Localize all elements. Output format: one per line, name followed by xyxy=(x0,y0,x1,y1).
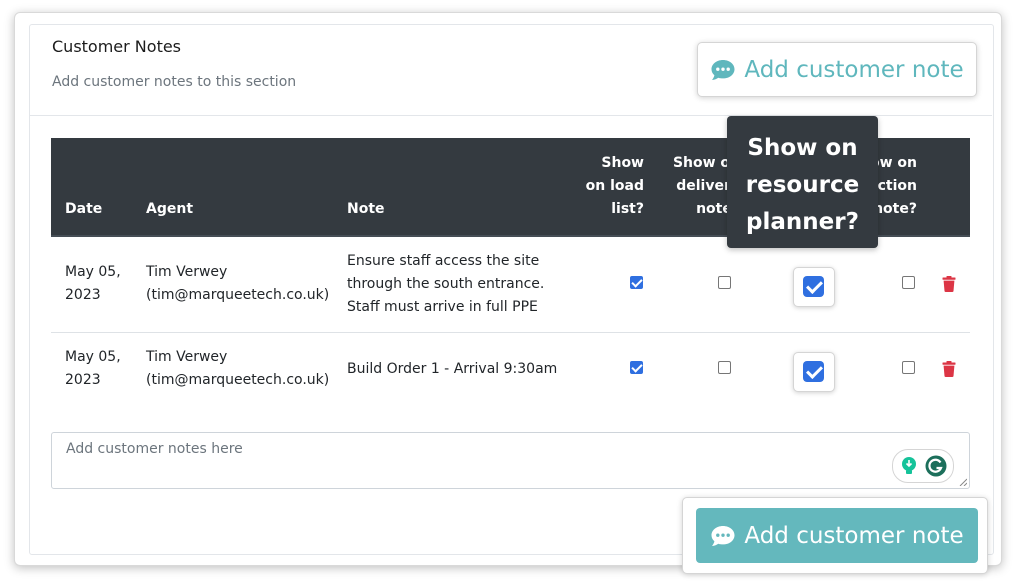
show-on-load-list-checkbox[interactable] xyxy=(630,276,643,289)
show-on-resource-planner-checkbox[interactable] xyxy=(803,361,824,382)
resource-planner-tooltip: Show on resource planner? xyxy=(727,116,878,248)
row-agent: Tim Verwey (tim@marqueetech.co.uk) xyxy=(146,349,330,388)
show-on-resource-planner-checkbox-focus xyxy=(793,352,835,392)
add-customer-note-button-bottom[interactable]: Add customer note xyxy=(696,508,978,563)
textarea-placeholder: Add customer notes here xyxy=(66,441,243,457)
header-note: Note xyxy=(347,201,385,217)
header-show-on-load-list: Show on load list? xyxy=(585,155,644,217)
header-agent: Agent xyxy=(146,201,194,217)
section-title: Customer Notes xyxy=(52,37,182,56)
show-on-resource-planner-checkbox[interactable] xyxy=(803,276,824,297)
trash-icon[interactable] xyxy=(942,361,956,377)
add-customer-note-button-focus: Add customer note xyxy=(682,497,988,574)
row-note: Ensure staff access the site through the… xyxy=(347,253,545,315)
add-customer-note-label: Add customer note xyxy=(744,522,964,549)
section-subtitle: Add customer notes to this section xyxy=(52,74,297,90)
comment-dots-icon xyxy=(711,59,735,80)
customer-note-textarea[interactable]: Add customer notes here xyxy=(51,432,970,489)
comment-dots-icon xyxy=(711,525,735,546)
show-on-resource-planner-checkbox-focus xyxy=(793,267,835,307)
row-agent: Tim Verwey (tim@marqueetech.co.uk) xyxy=(146,264,330,303)
resize-handle-icon[interactable] xyxy=(959,478,967,486)
show-on-load-list-checkbox[interactable] xyxy=(630,361,643,374)
add-customer-note-button-top[interactable]: Add customer note xyxy=(697,42,977,97)
show-on-delivery-note-checkbox[interactable] xyxy=(718,276,731,289)
row-date: May 05, 2023 xyxy=(65,349,121,388)
row-note: Build Order 1 - Arrival 9:30am xyxy=(347,361,558,377)
header-date: Date xyxy=(65,201,103,217)
show-on-delivery-note-checkbox[interactable] xyxy=(718,361,731,374)
add-customer-note-label: Add customer note xyxy=(744,56,964,83)
lightbulb-icon[interactable] xyxy=(899,456,919,476)
grammarly-widget[interactable] xyxy=(892,449,954,483)
show-on-collection-note-checkbox[interactable] xyxy=(902,276,915,289)
trash-icon[interactable] xyxy=(942,276,956,292)
row-date: May 05, 2023 xyxy=(65,264,121,303)
grammarly-icon[interactable] xyxy=(925,455,947,477)
show-on-collection-note-checkbox[interactable] xyxy=(902,361,915,374)
